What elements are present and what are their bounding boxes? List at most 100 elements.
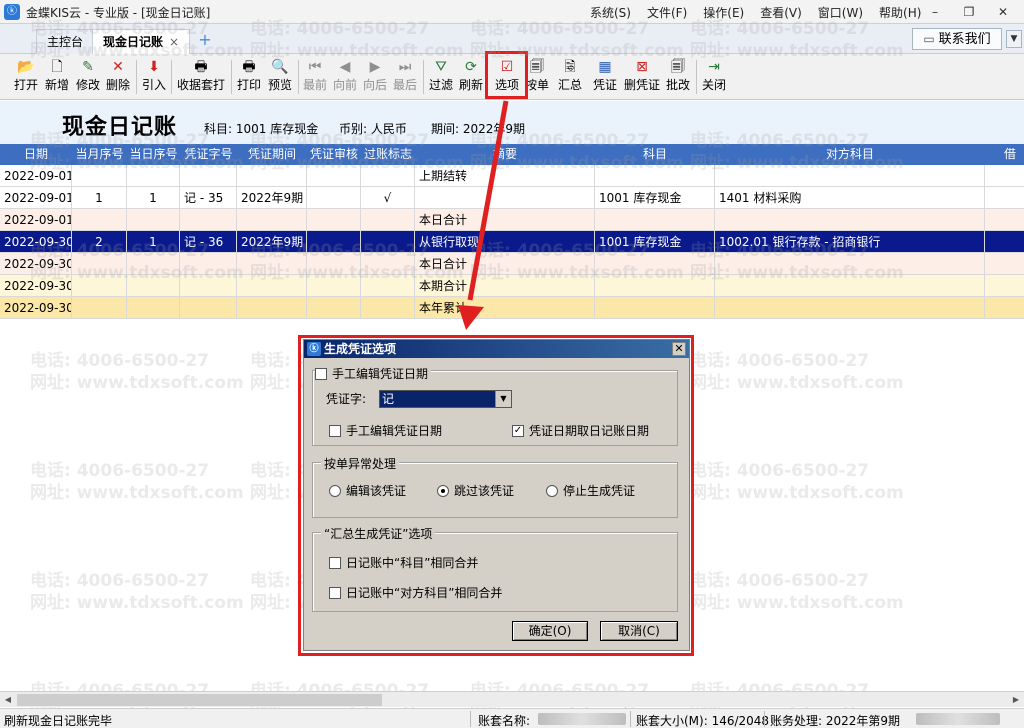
table-row[interactable]: 2022-09-01 1 1 记 - 35 2022年9期 √ 1001 库存现金 1401 … [0, 187, 1024, 209]
menu-view[interactable]: 查看(V) [760, 4, 802, 21]
filter-button[interactable]: ⛛ 过滤 [427, 56, 455, 98]
table-cell[interactable] [237, 165, 307, 187]
table-cell[interactable]: 2022-09-30 [0, 253, 72, 275]
table-cell[interactable] [180, 253, 237, 275]
table-row[interactable]: 2022-09-30 本期合计 [0, 275, 1024, 297]
table-cell[interactable]: 记 - 36 [180, 231, 237, 253]
table-cell[interactable] [307, 275, 361, 297]
cancel-button[interactable]: 取消(C) [600, 621, 678, 641]
table-cell[interactable] [72, 275, 127, 297]
table-cell[interactable]: 2022-09-01 [0, 165, 72, 187]
ok-button[interactable]: 确定(O) [512, 621, 588, 641]
table-cell[interactable] [595, 297, 715, 319]
table-cell[interactable]: 本日合计 [415, 209, 595, 231]
batch-edit-button[interactable]: 🗐 批改 [664, 56, 692, 98]
table-cell[interactable]: 2022年9期 [237, 187, 307, 209]
table-cell[interactable] [307, 253, 361, 275]
table-row-selected[interactable]: 2022-09-30 2 1 记 - 36 2022年9期 从银行取现 1001 库存现金 1… [0, 231, 1024, 253]
table-cell[interactable] [595, 209, 715, 231]
restore-button[interactable]: ❐ [952, 2, 986, 22]
table-cell[interactable]: 2022年9期 [237, 231, 307, 253]
menu-window[interactable]: 窗口(W) [818, 4, 863, 21]
table-cell[interactable] [361, 209, 415, 231]
merge-subject-checkbox[interactable]: 日记账中“科目”相同合并 [329, 554, 478, 571]
table-cell[interactable] [237, 209, 307, 231]
table-cell[interactable]: 2022-09-01 [0, 187, 72, 209]
column-header[interactable]: 对方科目 [715, 144, 985, 165]
delete-voucher-button[interactable]: ⊠ 删凭证 [622, 56, 662, 98]
table-cell[interactable] [180, 297, 237, 319]
merge-counter-subject-checkbox[interactable]: 日记账中“对方科目”相同合并 [329, 584, 502, 601]
table-cell[interactable] [72, 209, 127, 231]
table-cell[interactable]: 1 [72, 187, 127, 209]
table-cell[interactable] [715, 165, 985, 187]
table-cell[interactable]: 1 [127, 231, 180, 253]
table-cell[interactable] [237, 297, 307, 319]
menu-file[interactable]: 文件(F) [647, 4, 687, 21]
table-cell[interactable] [715, 275, 985, 297]
stop-generate-radio[interactable]: 停止生成凭证 [546, 482, 635, 499]
last-button[interactable]: ⏭ 最后 [391, 56, 419, 98]
table-cell[interactable]: 上期结转 [415, 165, 595, 187]
import-button[interactable]: ⬇ 引入 [140, 56, 168, 98]
table-row[interactable]: 2022-09-30 本年累计 [0, 297, 1024, 319]
column-header[interactable]: 过账标志 [361, 144, 415, 165]
table-cell[interactable]: 1001 库存现金 [595, 231, 715, 253]
chevron-down-icon[interactable]: ▼ [1006, 30, 1022, 48]
open-button[interactable]: 📂 打开 [12, 56, 40, 98]
table-cell[interactable]: 2022-09-30 [0, 275, 72, 297]
tab-main-console[interactable]: 主控台 [36, 29, 95, 54]
table-cell[interactable] [127, 165, 180, 187]
table-cell[interactable]: 2022-09-01 [0, 209, 72, 231]
table-cell[interactable] [307, 187, 361, 209]
table-cell[interactable] [985, 253, 1024, 275]
table-cell[interactable]: 2022-09-30 [0, 231, 72, 253]
table-cell[interactable] [307, 209, 361, 231]
table-cell[interactable] [415, 187, 595, 209]
refresh-button[interactable]: ⟳ 刷新 [457, 56, 485, 98]
table-cell[interactable] [595, 165, 715, 187]
add-tab-icon[interactable]: + [196, 31, 214, 49]
column-header[interactable]: 日期 [0, 144, 72, 165]
receipt-print-button[interactable]: 🖶 收据套打 [175, 56, 227, 98]
dialog-close-icon[interactable]: ✕ [672, 342, 686, 356]
table-cell[interactable] [72, 165, 127, 187]
table-cell[interactable] [307, 297, 361, 319]
table-cell[interactable] [595, 253, 715, 275]
modify-button[interactable]: ✎ 修改 [74, 56, 102, 98]
table-cell[interactable]: 记 - 35 [180, 187, 237, 209]
table-cell[interactable]: 2 [72, 231, 127, 253]
table-cell[interactable] [595, 275, 715, 297]
close-window-button[interactable]: ✕ [986, 2, 1020, 22]
table-row[interactable]: 2022-09-01 本日合计 [0, 209, 1024, 231]
column-header[interactable]: 科目 [595, 144, 715, 165]
tab-cash-journal[interactable]: 现金日记账 × [92, 29, 191, 54]
column-header[interactable]: 当月序号 [72, 144, 127, 165]
menu-help[interactable]: 帮助(H) [879, 4, 921, 21]
table-cell[interactable]: 1002.01 银行存款 - 招商银行 [715, 231, 985, 253]
table-cell[interactable] [127, 297, 180, 319]
table-cell[interactable]: 1401 材料采购 [715, 187, 985, 209]
table-cell[interactable] [361, 165, 415, 187]
next-button[interactable]: ▶ 向后 [361, 56, 389, 98]
table-cell[interactable]: 从银行取现 [415, 231, 595, 253]
table-cell[interactable] [72, 253, 127, 275]
table-cell[interactable] [180, 165, 237, 187]
voucher-word-select[interactable]: 记 ▼ [379, 390, 512, 408]
table-cell[interactable] [985, 187, 1024, 209]
scroll-right-icon[interactable]: ▶ [1008, 693, 1024, 707]
column-header[interactable]: 凭证字号 [180, 144, 237, 165]
table-cell[interactable] [361, 275, 415, 297]
close-button[interactable]: ⇥ 关闭 [700, 56, 728, 98]
table-cell[interactable] [715, 209, 985, 231]
table-cell[interactable] [127, 275, 180, 297]
manual-edit-date-checkbox[interactable]: 手工编辑凭证日期 [329, 422, 442, 439]
column-header[interactable]: 摘要 [415, 144, 595, 165]
column-header[interactable]: 当日序号 [127, 144, 180, 165]
table-cell[interactable]: 1001 库存现金 [595, 187, 715, 209]
scroll-left-icon[interactable]: ◀ [0, 693, 16, 707]
table-cell[interactable]: 2022-09-30 [0, 297, 72, 319]
table-row[interactable]: 2022-09-01 上期结转 [0, 165, 1024, 187]
table-cell[interactable] [127, 209, 180, 231]
table-cell[interactable] [72, 297, 127, 319]
